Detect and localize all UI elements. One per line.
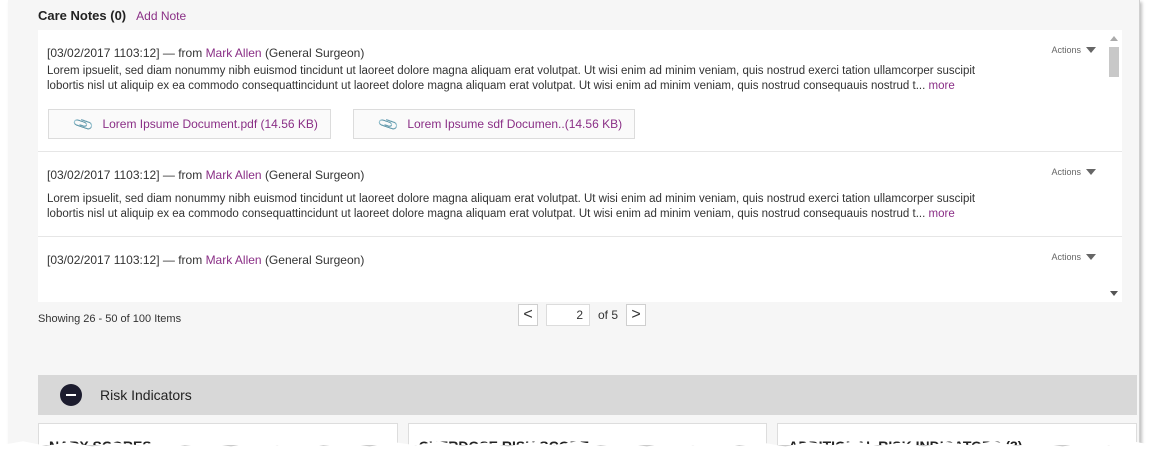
pagination-row: Showing 26 - 50 of 100 Items < 2 of 5 > — [38, 304, 1122, 332]
care-notes-title: Care Notes (0) — [38, 8, 127, 23]
note-actions-dropdown[interactable]: Actions — [1051, 167, 1096, 177]
scroll-thumb[interactable] — [1109, 47, 1119, 77]
risk-cards: NARX SCORES OVERDOSE RISK SCORE ADDITION… — [38, 423, 1138, 445]
page-total-text: of 5 — [598, 308, 619, 322]
note-meta: [03/02/2017 1103:12] — from Mark Allen (… — [47, 152, 1092, 186]
risk-indicators-header[interactable]: Risk Indicators — [38, 375, 1137, 415]
note-more-link[interactable]: more — [929, 80, 955, 92]
care-note: [03/02/2017 1103:12] — from Mark Allen (… — [38, 30, 1122, 152]
risk-card-narx: NARX SCORES — [38, 423, 398, 445]
note-meta: [03/02/2017 1103:12] — from Mark Allen (… — [47, 30, 1092, 64]
caret-down-icon — [1086, 254, 1096, 260]
notes-scrollbar[interactable] — [1106, 30, 1122, 302]
care-notes-header: Care Notes (0) Add Note — [38, 8, 186, 26]
attachment-name: Lorem Ipsume sdf Documen..(14.56 KB) — [407, 117, 623, 131]
note-attachments: 📎 Lorem Ipsume Document.pdf (14.56 KB) 📎… — [47, 94, 1092, 151]
note-body-line-2: lobortis nisl ut aliquip ex ea commodo c… — [47, 79, 1092, 94]
note-actions-dropdown[interactable]: Actions — [1051, 252, 1096, 262]
minus-circle-icon[interactable] — [60, 384, 82, 406]
note-author-link[interactable]: Mark Allen — [206, 253, 262, 267]
note-author-link[interactable]: Mark Allen — [206, 168, 262, 182]
chevron-right-icon: > — [631, 306, 641, 323]
note-body-line: Lorem ipsuelit, sed diam nonummy nibh eu… — [47, 65, 976, 77]
note-timestamp: [03/02/2017 1103:12] — from — [47, 253, 203, 267]
note-meta: [03/02/2017 1103:12] — from Mark Allen (… — [47, 237, 1092, 271]
caret-down-icon — [1086, 47, 1096, 53]
note-body-text: lobortis nisl ut aliquip ex ea commodo c… — [47, 80, 926, 92]
note-more-link[interactable]: more — [929, 208, 955, 220]
note-author-role: (General Surgeon) — [264, 46, 365, 60]
risk-card-overdose: OVERDOSE RISK SCORE — [407, 423, 768, 445]
items-count-text: Showing 26 - 50 of 100 Items — [38, 313, 182, 325]
note-actions-label: Actions — [1051, 45, 1081, 55]
caret-down-icon — [1086, 169, 1096, 175]
note-actions-dropdown[interactable]: Actions — [1051, 45, 1096, 55]
scroll-up-icon[interactable] — [1110, 36, 1118, 41]
add-note-link[interactable]: Add Note — [136, 9, 186, 23]
chevron-left-icon: < — [523, 306, 533, 323]
next-page-button[interactable]: > — [626, 304, 647, 326]
care-note: [03/02/2017 1103:12] — from Mark Allen (… — [38, 237, 1122, 271]
note-timestamp: [03/02/2017 1103:12] — from — [47, 168, 203, 182]
paperclip-icon: 📎 — [376, 112, 400, 135]
care-notes-frame: Care Notes (0) Add Note [03/02/2017 1103… — [8, 0, 1140, 445]
attachment-name: Lorem Ipsume Document.pdf (14.56 KB) — [102, 117, 318, 131]
note-body-line: Lorem ipsuelit, sed diam nonummy nibh eu… — [47, 193, 976, 205]
scroll-down-icon[interactable] — [1110, 291, 1118, 296]
note-actions-label: Actions — [1051, 252, 1081, 262]
note-author-role: (General Surgeon) — [264, 253, 365, 267]
risk-indicators-title: Risk Indicators — [100, 387, 192, 403]
care-note: [03/02/2017 1103:12] — from Mark Allen (… — [38, 152, 1122, 237]
note-timestamp: [03/02/2017 1103:12] — from — [47, 46, 203, 60]
note-author-link[interactable]: Mark Allen — [206, 46, 262, 60]
attachment-button[interactable]: 📎 Lorem Ipsume sdf Documen..(14.56 KB) — [352, 109, 636, 139]
note-actions-label: Actions — [1051, 167, 1081, 177]
attachment-button[interactable]: 📎 Lorem Ipsume Document.pdf (14.56 KB) — [48, 109, 331, 139]
prev-page-button[interactable]: < — [518, 304, 538, 326]
paperclip-icon: 📎 — [71, 112, 96, 135]
note-body-line-2: lobortis nisl ut aliquip ex ea commodo c… — [47, 207, 1092, 222]
risk-card-additional: ADDITIONAL RISK INDICATORS (3) — [777, 423, 1138, 445]
page-number-input[interactable]: 2 — [546, 304, 590, 326]
pagination: < 2 of 5 > — [518, 304, 647, 326]
note-body-text: lobortis nisl ut aliquip ex ea commodo c… — [47, 208, 926, 220]
care-notes-list: [03/02/2017 1103:12] — from Mark Allen (… — [38, 30, 1122, 302]
note-author-role: (General Surgeon) — [264, 168, 365, 182]
